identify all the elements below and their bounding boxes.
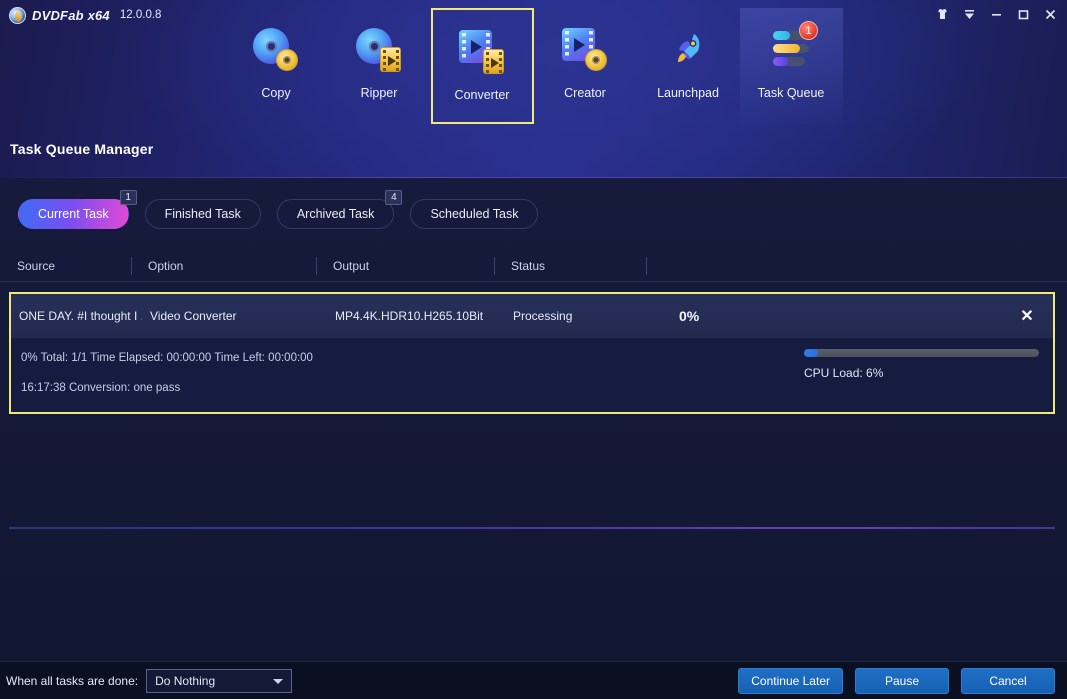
video-film-icon [458,27,506,75]
task-tabs: Current Task 1 Finished Task Archived Ta… [0,190,1067,238]
when-done-select[interactable]: Do Nothing [146,669,292,693]
column-header-source: Source [0,250,131,282]
dvdfab-window: DVDFab x64 12.0.0.8 [0,0,1067,699]
section-divider [9,527,1055,529]
task-row-main: ONE DAY. #I thought I ... Video Converte… [11,294,1053,338]
when-done-value: Do Nothing [147,674,215,688]
column-header-output: Output [316,250,494,282]
task-status: Processing [505,309,657,323]
task-detail-log: 16:17:38 Conversion: one pass [21,382,180,394]
disc-copy-icon [252,25,300,73]
nav-label-converter: Converter [455,88,510,102]
app-header: DVDFab x64 12.0.0.8 [0,0,1067,178]
chevron-down-icon [273,679,283,684]
task-row-detail: 0% Total: 1/1 Time Elapsed: 00:00:00 Tim… [11,338,1053,412]
nav-label-creator: Creator [564,86,606,100]
disc-film-icon [355,25,403,73]
nav-label-copy: Copy [261,86,290,100]
task-detail-progress: 0% Total: 1/1 Time Elapsed: 00:00:00 Tim… [21,352,313,364]
task-output: MP4.4K.HDR10.H265.10Bit [327,309,505,323]
tab-current-task[interactable]: Current Task 1 [18,199,129,229]
content-area: Current Task 1 Finished Task Archived Ta… [0,178,1067,661]
tab-archived-task-label: Archived Task [297,207,375,221]
tab-scheduled-task-label: Scheduled Task [430,207,518,221]
tab-archived-task[interactable]: Archived Task 4 [277,199,395,229]
video-disc-icon [561,25,609,73]
tab-archived-task-badge: 4 [385,190,402,205]
footer-bar: When all tasks are done: Do Nothing Cont… [0,661,1067,699]
nav-item-copy[interactable]: Copy [225,8,328,124]
task-percent: 0% [657,308,787,324]
cpu-load-fill [804,349,818,357]
task-source: ONE DAY. #I thought I ... [11,309,142,323]
task-option: Video Converter [142,309,327,323]
tab-current-task-badge: 1 [120,190,137,205]
cpu-load-meter: CPU Load: 6% [804,349,1039,380]
nav-item-launchpad[interactable]: Launchpad [637,8,740,124]
column-header-spacer [646,250,1067,282]
nav-label-launchpad: Launchpad [657,86,719,100]
tab-current-task-label: Current Task [38,207,109,221]
when-done-label: When all tasks are done: [0,674,138,688]
task-queue-icon: 1 [767,25,815,73]
task-close-icon[interactable]: ✕ [1017,306,1037,326]
column-header-option: Option [131,250,316,282]
tab-finished-task[interactable]: Finished Task [145,199,261,229]
tab-scheduled-task[interactable]: Scheduled Task [410,199,538,229]
cpu-load-bar [804,349,1039,357]
continue-later-button[interactable]: Continue Later [738,668,843,694]
tab-finished-task-label: Finished Task [165,207,241,221]
table-row[interactable]: ONE DAY. #I thought I ... Video Converte… [9,292,1055,414]
column-header-status: Status [494,250,646,282]
cancel-button[interactable]: Cancel [961,668,1055,694]
nav-item-creator[interactable]: Creator [534,8,637,124]
nav-item-ripper[interactable]: Ripper [328,8,431,124]
nav-label-ripper: Ripper [361,86,398,100]
nav-item-converter[interactable]: Converter [431,8,534,124]
nav-item-task-queue[interactable]: 1 Task Queue [740,8,843,124]
pause-button[interactable]: Pause [855,668,949,694]
main-nav: Copy Ripper Converter Creator [0,8,1067,124]
rocket-icon [664,25,712,73]
page-title: Task Queue Manager [10,141,153,157]
cpu-load-label: CPU Load: 6% [804,366,1039,380]
footer-buttons: Continue Later Pause Cancel [738,668,1067,694]
task-queue-badge: 1 [799,21,818,40]
table-header: Source Option Output Status [0,250,1067,282]
nav-label-task-queue: Task Queue [758,86,825,100]
